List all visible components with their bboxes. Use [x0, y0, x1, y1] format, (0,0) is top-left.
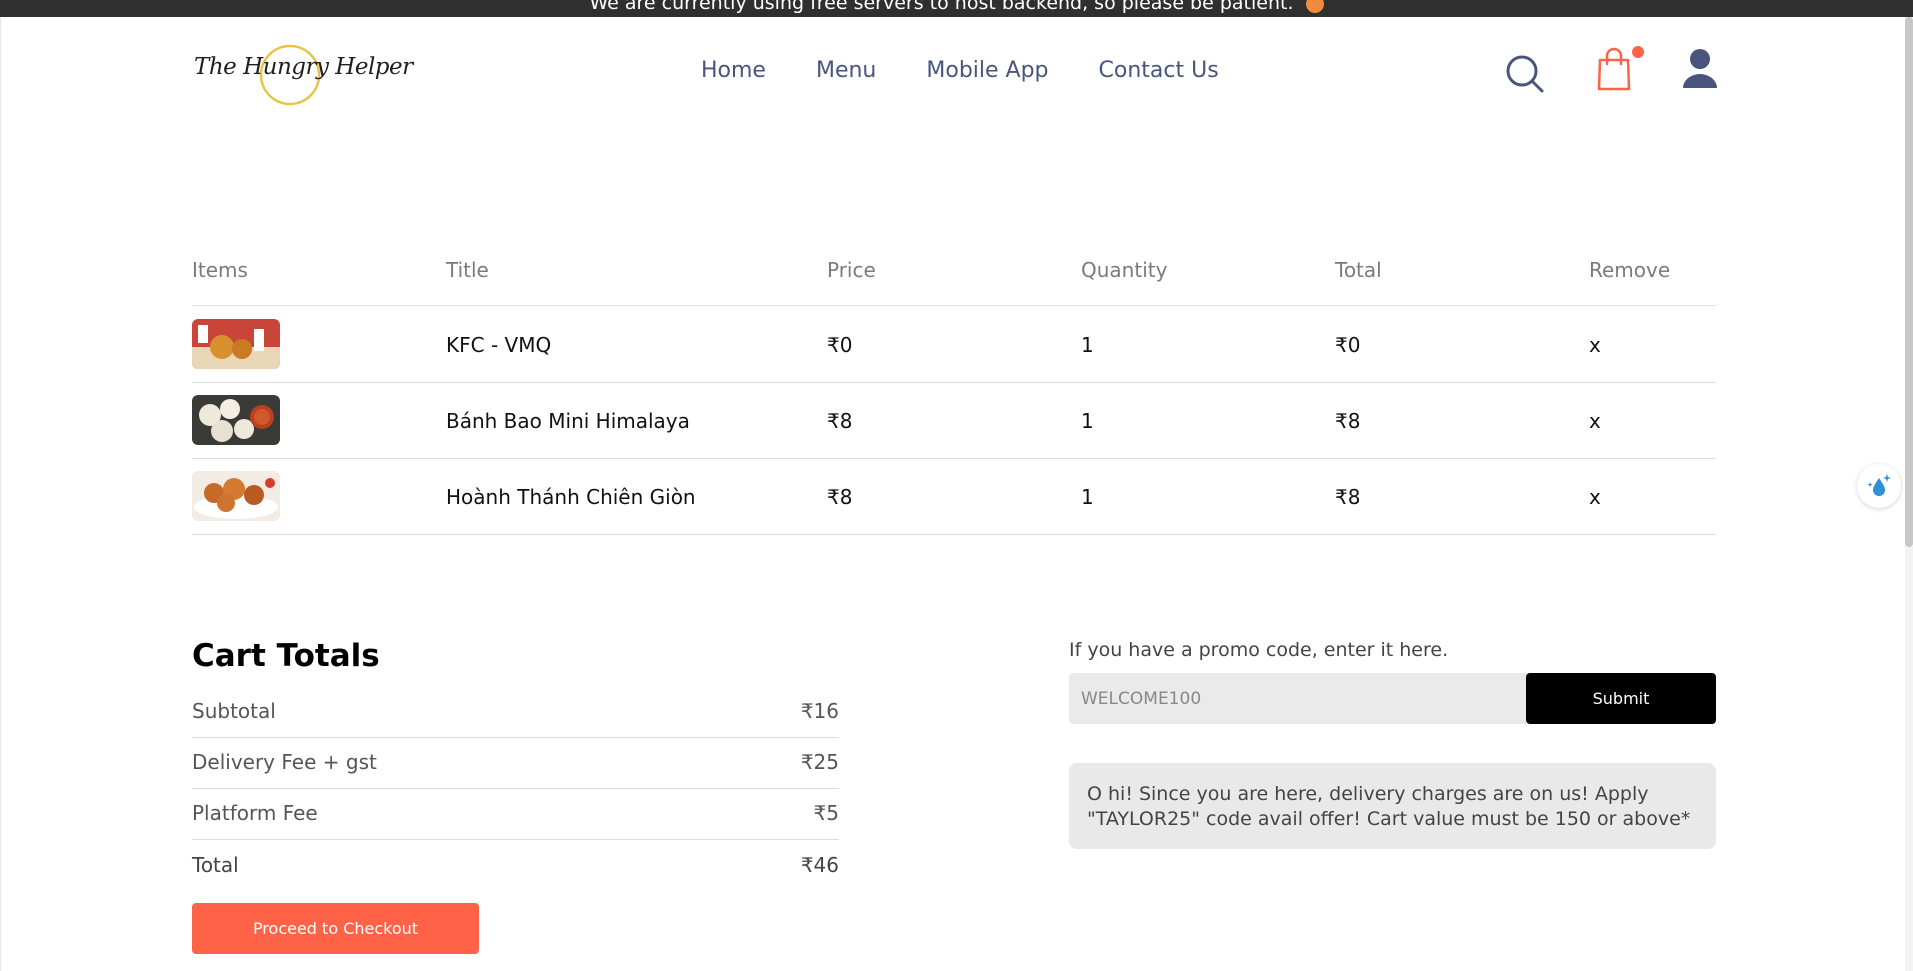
delivery-fee-label: Delivery Fee + gst	[192, 750, 377, 774]
item-price: ₹8	[827, 485, 853, 509]
delivery-fee-row: Delivery Fee + gst ₹25	[192, 738, 839, 789]
food-image-hoanh-thanh	[192, 471, 280, 521]
nav-item-menu[interactable]: Menu	[816, 58, 876, 83]
table-row: Hoành Thánh Chiên Giòn ₹8 1 ₹8 x	[192, 459, 1716, 535]
nav-item-contact-us[interactable]: Contact Us	[1099, 58, 1219, 83]
item-quantity: 1	[1081, 333, 1094, 357]
remove-item-button[interactable]: x	[1589, 485, 1601, 509]
header-price: Price	[827, 258, 876, 282]
header-total: Total	[1335, 258, 1382, 282]
nav-item-mobile-app[interactable]: Mobile App	[926, 58, 1048, 83]
subtotal-label: Subtotal	[192, 699, 276, 723]
logo-text: The Hungry Helper	[194, 54, 413, 80]
item-title: Hoành Thánh Chiên Giòn	[446, 485, 696, 509]
brand-logo[interactable]: The Hungry Helper	[192, 40, 413, 106]
announcement-banner: We are currently using free servers to h…	[0, 0, 1913, 17]
proceed-to-checkout-button[interactable]: Proceed to Checkout	[192, 903, 479, 954]
search-icon[interactable]	[1505, 54, 1545, 94]
item-title: Bánh Bao Mini Himalaya	[446, 409, 690, 433]
subtotal-row: Subtotal ₹16	[192, 687, 839, 738]
main-nav: Home Menu Mobile App Contact Us	[701, 58, 1269, 83]
banner-text-wrap: We are currently using free servers to h…	[0, 0, 1913, 14]
remove-item-button[interactable]: x	[1589, 409, 1601, 433]
food-image-kfc	[192, 319, 280, 369]
total-label: Total	[192, 853, 239, 877]
item-quantity: 1	[1081, 409, 1094, 433]
platform-fee-row: Platform Fee ₹5	[192, 789, 839, 840]
floating-action-button[interactable]	[1857, 464, 1901, 508]
table-row: KFC - VMQ ₹0 1 ₹0 x	[192, 307, 1716, 383]
promo-label: If you have a promo code, enter it here.	[1069, 639, 1449, 661]
header-title: Title	[446, 258, 489, 282]
item-total: ₹8	[1335, 485, 1361, 509]
emoji-icon	[1305, 0, 1324, 13]
banner-text: We are currently using free servers to h…	[589, 0, 1294, 14]
delivery-fee-value: ₹25	[800, 750, 839, 774]
promo-code-input[interactable]	[1069, 673, 1526, 724]
item-price: ₹8	[827, 409, 853, 433]
cart-badge	[1632, 46, 1644, 58]
divider	[192, 839, 839, 840]
subtotal-value: ₹16	[800, 699, 839, 723]
nav-item-home[interactable]: Home	[701, 58, 766, 83]
shopping-bag-icon[interactable]	[1596, 46, 1632, 92]
cart-table-header: Items Title Price Quantity Total Remove	[192, 258, 1716, 306]
item-price: ₹0	[827, 333, 853, 357]
header-items: Items	[192, 258, 248, 282]
food-image-banh-bao	[192, 395, 280, 445]
header-remove: Remove	[1589, 258, 1671, 282]
platform-fee-label: Platform Fee	[192, 801, 318, 825]
item-title: KFC - VMQ	[446, 333, 552, 357]
platform-fee-value: ₹5	[813, 801, 839, 825]
user-icon[interactable]	[1682, 48, 1718, 92]
promo-offer-note: O hi! Since you are here, delivery charg…	[1069, 763, 1716, 849]
header-quantity: Quantity	[1081, 258, 1168, 282]
table-row: Bánh Bao Mini Himalaya ₹8 1 ₹8 x	[192, 383, 1716, 459]
item-quantity: 1	[1081, 485, 1094, 509]
water-drop-icon	[1867, 474, 1891, 496]
cart-totals-heading: Cart Totals	[192, 638, 380, 674]
promo-submit-button[interactable]: Submit	[1526, 673, 1716, 724]
item-total: ₹8	[1335, 409, 1361, 433]
remove-item-button[interactable]: x	[1589, 333, 1601, 357]
total-value: ₹46	[800, 853, 839, 877]
item-total: ₹0	[1335, 333, 1361, 357]
total-row: Total ₹46	[192, 841, 839, 892]
page-scrollbar-thumb[interactable]	[1905, 17, 1913, 547]
